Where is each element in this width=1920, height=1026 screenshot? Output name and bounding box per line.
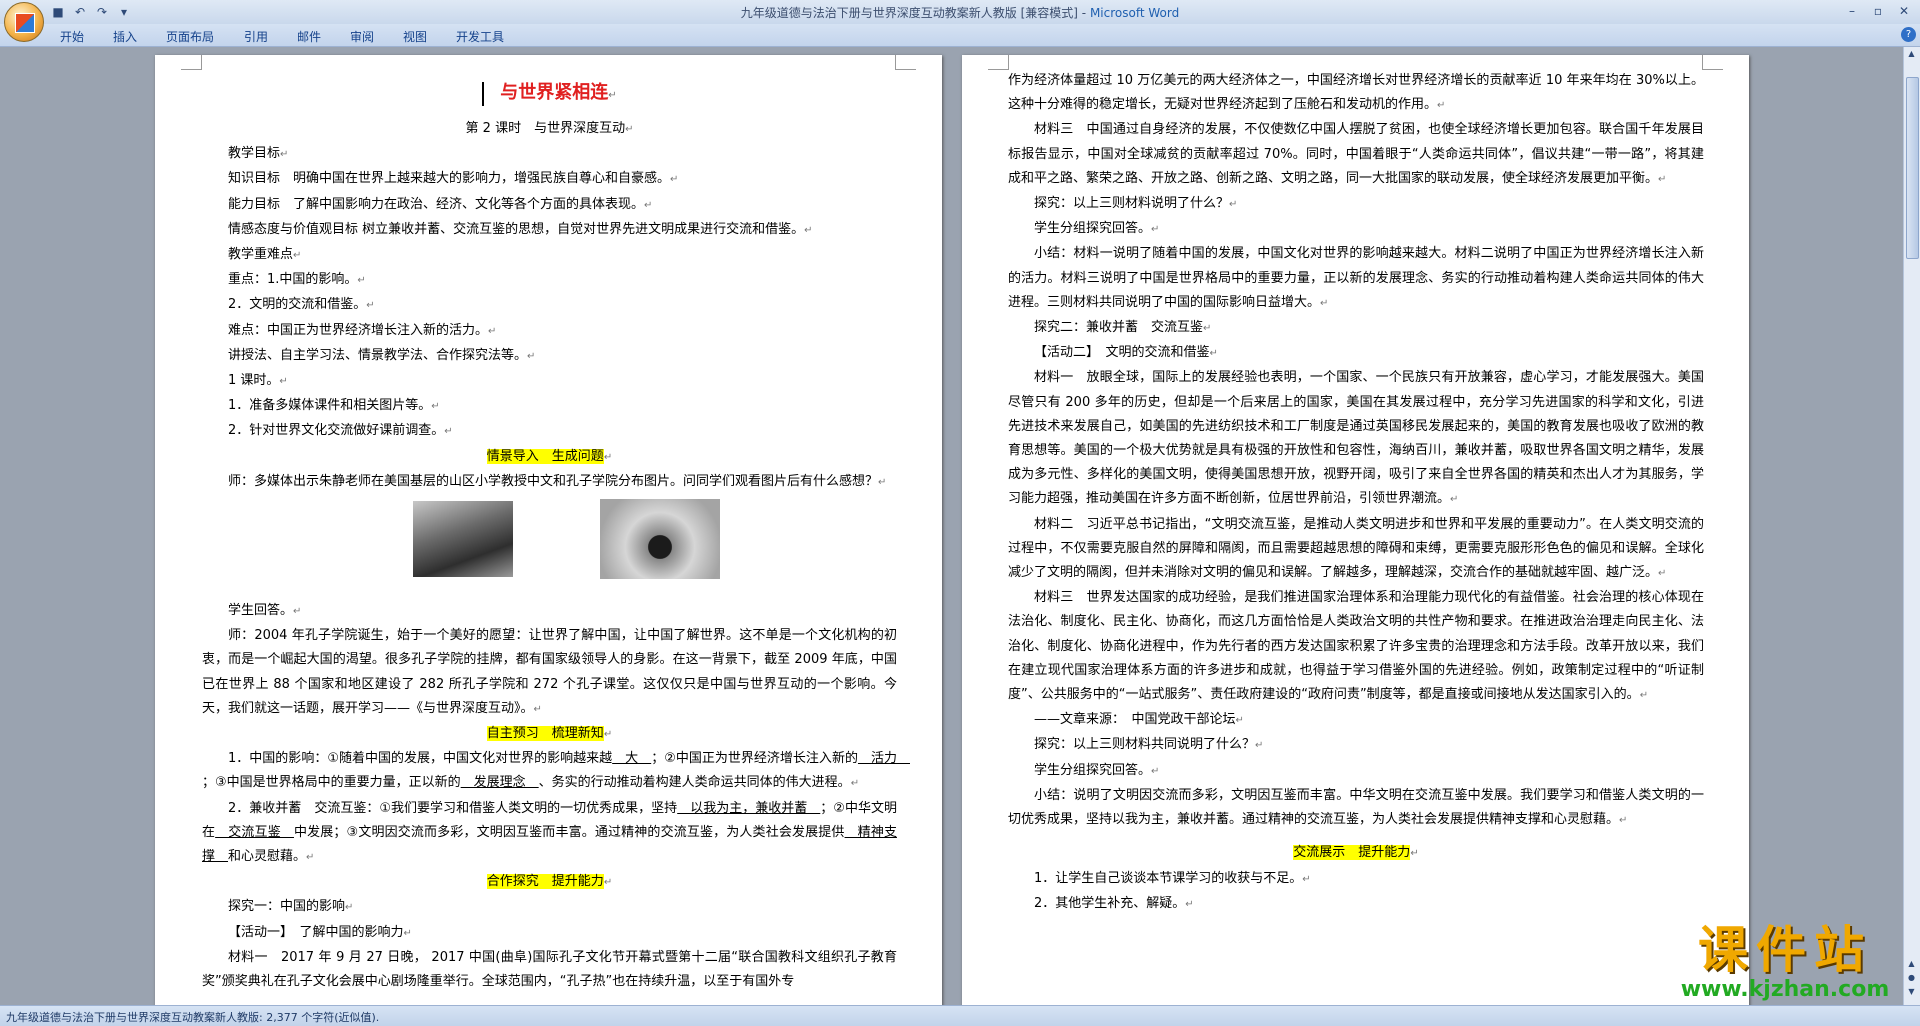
lesson-subtitle: 第 2 课时 与世界深度互动↵ [465,121,634,136]
window-title: 九年级道德与法治下册与世界深度互动教案新人教版 [兼容模式] - Microso… [740,6,1180,20]
page-2-body: 作为经济体量超过 10 万亿美元的两大经济体之一，中国经济增长对世界经济增长的贡… [1008,69,1704,917]
margin-corner-mark [988,55,1009,70]
paragraph: 学生回答。↵ [228,603,302,619]
paragraph: 材料三 中国通过自身经济的发展，不仅使数亿中国人摆脱了贫困，也使全球经济增长更加… [1008,122,1704,186]
watermark-title: 课件站 [1698,921,1872,979]
section-heading: 情景导入 生成问题↵ [486,448,613,464]
photo-row [202,499,897,595]
paragraph: 小结：说明了文明因交流而多彩，文明因互鉴而丰富。中华文明在交流互鉴中发展。我们要… [1008,787,1704,828]
paragraph: 能力目标 了解中国影响力在政治、经济、文化等各个方面的具体表现。↵ [228,196,653,212]
select-browse-object-icon[interactable]: ● [1906,973,1917,985]
paragraph: 知识目标 明确中国在世界上越来越大的影响力，增强民族自尊心和自豪感。↵ [228,171,679,187]
section-heading: 合作探究 提升能力↵ [486,874,613,890]
scroll-up-icon[interactable]: ▲ [1906,49,1917,61]
status-bar: 九年级道德与法治下册与世界深度互动教案新人教版: 2,377 个字符(近似值). [0,1005,1920,1026]
next-page-icon[interactable]: ▼ [1906,987,1917,999]
maximize-icon[interactable]: ▫ [1866,2,1890,20]
confucius-map-photo [600,499,720,580]
paragraph: 1．中国的影响：①随着中国的发展，中国文化对世界的影响越来越 大 ；②中国正为世… [202,751,910,791]
text-cursor [482,81,485,106]
office-button[interactable] [4,2,44,42]
margin-corner-mark [181,55,202,70]
paragraph: 探究：以上三则材料共同说明了什么？↵ [1034,737,1264,753]
paragraph: 材料一 2017 年 9 月 27 日晚， 2017 中国(曲阜)国际孔子文化节… [202,949,897,990]
section-heading: 自主预习 梳理新知↵ [486,726,613,742]
document-title: 九年级道德与法治下册与世界深度互动教案新人教版 [兼容模式] [740,6,1078,20]
margin-corner-mark [895,55,916,70]
tab-page-layout[interactable]: 页面布局 [166,28,214,45]
window-controls: – ▫ ✕ [1840,2,1916,20]
tab-review[interactable]: 审阅 [350,28,374,45]
paragraph: 1．准备多媒体课件和相关图片等。↵ [228,398,440,414]
tab-view[interactable]: 视图 [403,28,427,45]
paragraph: 情感态度与价值观目标 树立兼收并蓄、交流互鉴的思想，自觉对世界先进文明成果进行交… [228,221,813,237]
paragraph: 2．针对世界文化交流做好课前调查。↵ [228,423,453,439]
tab-developer[interactable]: 开发工具 [456,28,504,45]
paragraph: 2．文明的交流和借鉴。↵ [228,297,375,313]
paragraph: 学生分组探究回答。↵ [1034,762,1160,778]
classroom-photo [413,501,513,578]
vertical-scrollbar[interactable]: ▲ ▲ ● ▼ [1903,47,1920,1005]
paragraph: 2．兼收并蓄 交流互鉴：①我们要学习和借鉴人类文明的一切优秀成果，坚持 以我为主… [202,800,897,865]
paragraph: 教学重难点↵ [228,247,302,263]
paragraph: 【活动一】 了解中国的影响力↵ [228,924,412,940]
paragraph: 讲授法、自主学习法、情景教学法、合作探究法等。↵ [228,347,536,363]
paragraph: 作为经济体量超过 10 万亿美元的两大经济体之一，中国经济增长对世界经济增长的贡… [1008,73,1704,113]
office-logo-icon [15,13,35,33]
section-heading: 交流展示 提升能力↵ [1293,845,1419,861]
paragraph: 难点：中国正为世界经济增长注入新的活力。↵ [228,322,497,338]
previous-page-icon[interactable]: ▲ [1906,959,1917,971]
document-title-heading: 与世界紧相连 [500,82,609,103]
scrollbar-thumb[interactable] [1906,77,1919,259]
paragraph: 材料三 世界发达国家的成功经验，是我们推进国家治理体系和治理能力现代化的有益借鉴… [1008,590,1704,703]
paragraph: 探究一：中国的影响↵ [228,899,354,915]
paragraph: 师：2004 年孔子学院诞生，始于一个美好的愿望：让世界了解中国，让中国了解世界… [202,628,897,716]
close-icon[interactable]: ✕ [1892,2,1916,20]
paragraph: 探究：以上三则材料说明了什么？↵ [1034,196,1238,212]
tab-insert[interactable]: 插入 [113,28,137,45]
paragraph: 学生分组探究回答。↵ [1034,221,1160,237]
paragraph: 材料一 放眼全球，国际上的发展经验也表明，一个国家、一个民族只有开放兼容，虚心学… [1008,370,1704,507]
title-bar: ■ ↶ ↷ ▾ 九年级道德与法治下册与世界深度互动教案新人教版 [兼容模式] -… [0,0,1920,25]
paragraph: 重点：1.中国的影响。↵ [228,272,366,288]
app-name: Microsoft Word [1089,6,1180,20]
tab-mailings[interactable]: 邮件 [297,28,321,45]
document-area: 与世界紧相连↵ 第 2 课时 与世界深度互动↵ 教学目标↵ 知识目标 明确中国在… [0,47,1920,1005]
paragraph: 师：多媒体出示朱静老师在美国基层的山区小学教授中文和孔子学院分布图片。问同学们观… [228,473,887,489]
paragraph: 材料二 习近平总书记指出，“文明交流互鉴，是推动人类文明进步和世界和平发展的重要… [1008,516,1704,581]
watermark-url: www.kjzhan.com [1680,977,1890,1002]
margin-corner-mark [1702,55,1723,70]
paragraph: 1 课时。↵ [228,373,288,389]
tab-references[interactable]: 引用 [244,28,268,45]
page-2[interactable]: 作为经济体量超过 10 万亿美元的两大经济体之一，中国经济增长对世界经济增长的贡… [962,55,1749,1005]
page-1-body: 与世界紧相连↵ 第 2 课时 与世界深度互动↵ 教学目标↵ 知识目标 明确中国在… [202,69,897,994]
page-1[interactable]: 与世界紧相连↵ 第 2 课时 与世界深度互动↵ 教学目标↵ 知识目标 明确中国在… [155,55,942,1005]
paragraph: 探究二：兼收并蓄 交流互鉴↵ [1034,320,1212,336]
title-line: 与世界紧相连↵ [202,69,897,117]
paragraph: 2．其他学生补充、解疑。↵ [1034,895,1194,911]
paragraph: 【活动二】 文明的交流和借鉴↵ [1034,345,1218,361]
site-watermark: 课件站 www.kjzhan.com [1665,923,1905,1003]
tab-home[interactable]: 开始 [60,28,84,45]
status-text: 九年级道德与法治下册与世界深度互动教案新人教版: 2,377 个字符(近似值). [6,1011,380,1024]
paragraph: 1．让学生自己谈谈本节课学习的收获与不足。↵ [1034,870,1311,886]
paragraph: ——文章来源： 中国党政干部论坛↵ [1034,712,1244,728]
paragraph: 教学目标↵ [228,146,289,162]
help-icon[interactable]: ? [1901,27,1916,42]
minimize-icon[interactable]: – [1840,2,1864,20]
ribbon-tabs: 开始 插入 页面布局 引用 邮件 审阅 视图 开发工具 ? [0,24,1920,47]
paragraph: 小结：材料一说明了随着中国的发展，中国文化对世界的影响越来越大。材料二说明了中国… [1008,246,1704,310]
